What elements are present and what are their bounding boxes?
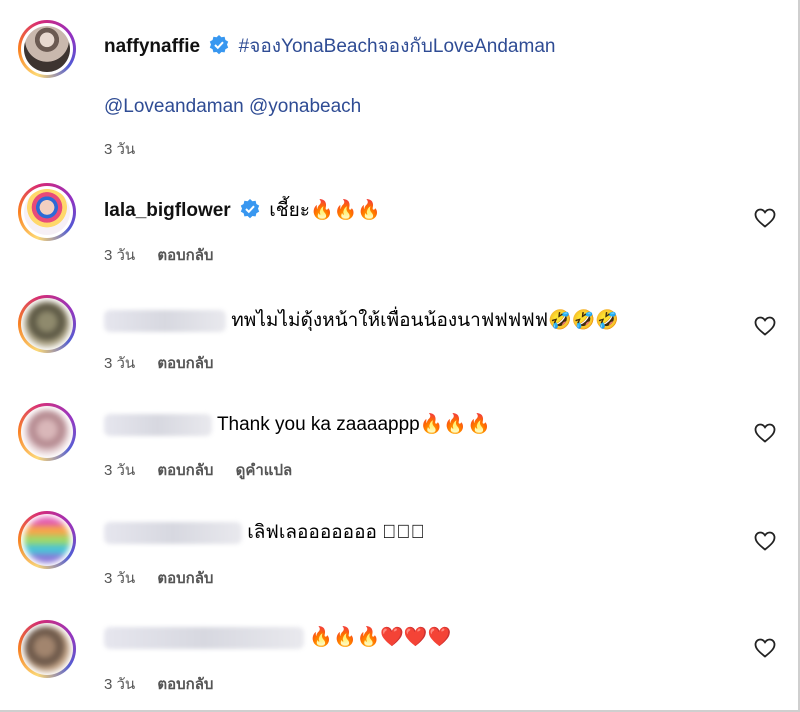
reply-button[interactable]: ตอบกลับ [157, 247, 213, 264]
commenter-avatar[interactable] [18, 403, 76, 461]
commenter-username-redacted[interactable] [104, 413, 212, 436]
commenter-avatar[interactable] [18, 511, 76, 569]
heart-outline-icon[interactable] [753, 314, 777, 338]
heart-outline-icon[interactable] [753, 421, 777, 445]
see-translation-button[interactable]: ดูคำแปล [236, 462, 293, 479]
verified-badge-icon [240, 199, 260, 219]
commenter-username-redacted[interactable] [104, 626, 304, 649]
post-author-username[interactable]: naffynaffie [104, 36, 200, 57]
comment-time: 3 วัน [104, 676, 136, 693]
post-time: 3 วัน [104, 141, 136, 158]
post-mentions-link[interactable]: @Loveandaman @yonabeach [104, 96, 361, 117]
commenter-avatar[interactable] [18, 620, 76, 678]
reply-button[interactable]: ตอบกลับ [157, 676, 213, 693]
comment-time: 3 วัน [104, 247, 136, 264]
commenter-avatar[interactable] [18, 183, 76, 241]
verified-badge-icon [210, 35, 229, 55]
comment-text: เชี้ยะ🔥🔥🔥 [269, 200, 381, 221]
commenter-username-redacted[interactable] [104, 309, 226, 332]
comment-time: 3 วัน [104, 462, 136, 479]
commenter-username-redacted[interactable] [104, 521, 242, 544]
post-hashtag-link[interactable]: #จองYonaBeachจองกับLoveAndaman [239, 36, 556, 57]
comment-text: ทพไมไม่ดุ้งหน้าให้เพื่อนน้องนาฟฟฟฟฟ🤣🤣🤣 [231, 310, 620, 331]
comment-time: 3 วัน [104, 355, 136, 372]
comment-text: 🔥🔥🔥❤️❤️❤️ [309, 627, 452, 648]
commenter-username[interactable]: lala_bigflower [104, 200, 231, 221]
comment-text: Thank you ka zaaaappp🔥🔥🔥 [216, 414, 491, 435]
heart-outline-icon[interactable] [753, 206, 777, 230]
reply-button[interactable]: ตอบกลับ [157, 570, 213, 587]
heart-outline-icon[interactable] [753, 529, 777, 553]
commenter-avatar[interactable] [18, 295, 76, 353]
reply-button[interactable]: ตอบกลับ [157, 355, 213, 372]
heart-outline-icon[interactable] [753, 636, 777, 660]
comment-time: 3 วัน [104, 570, 136, 587]
post-author-avatar[interactable] [18, 20, 76, 78]
reply-button[interactable]: ตอบกลับ [157, 462, 213, 479]
comment-text: เลิฟเลอออออออ 􀀀􀀀􀀀 [247, 522, 425, 543]
